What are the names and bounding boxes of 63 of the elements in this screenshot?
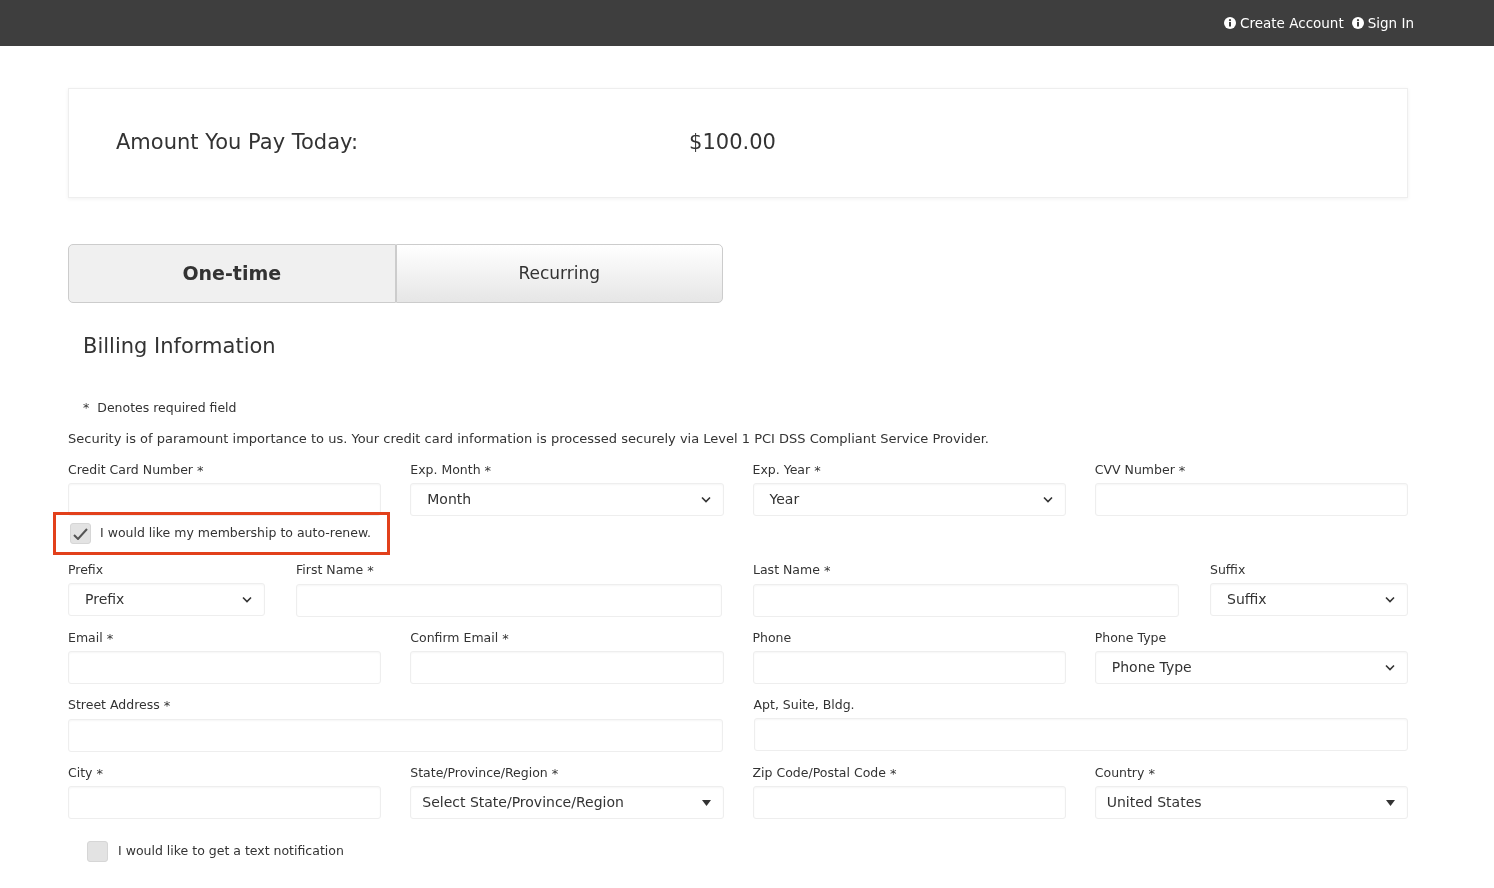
required-asterisk: * — [889, 765, 897, 781]
required-asterisk: * — [814, 462, 821, 478]
field-label: Last Name — [753, 562, 820, 578]
chevron-down-icon — [700, 496, 711, 504]
chevron-down-icon — [1042, 496, 1053, 504]
field-label: CVV Number — [1094, 461, 1175, 477]
select-field[interactable]: Year — [752, 483, 1066, 517]
field-label: Suffix — [1210, 562, 1246, 578]
required-note: Denotes required field — [97, 398, 237, 417]
required-asterisk: * — [106, 630, 114, 646]
required-asterisk: * — [367, 563, 374, 579]
amount-label: Amount You Pay Today: — [116, 129, 359, 157]
field-label: Phone Type — [1094, 629, 1167, 645]
required-asterisk: * — [484, 462, 492, 478]
select-field[interactable]: Month — [410, 483, 724, 517]
field-label: Exp. Month — [410, 461, 481, 477]
required-asterisk: * — [163, 698, 171, 714]
field-label: Prefix — [68, 562, 104, 578]
field-label: Email — [68, 629, 103, 645]
amount-value: $100.00 — [689, 129, 776, 157]
select-field[interactable]: Suffix — [1210, 583, 1408, 616]
field-label: Country — [1094, 764, 1145, 780]
field-label: Confirm Email — [410, 629, 499, 645]
field-label: Apt, Suite, Bldg. — [753, 697, 855, 713]
dropdown-field[interactable]: Select State/Province/Region — [410, 786, 724, 820]
checkbox-label: I would like to get a text notification — [118, 842, 344, 861]
field-label: Credit Card Number — [68, 461, 193, 477]
required-asterisk: * — [197, 462, 204, 478]
checkbox[interactable] — [87, 841, 108, 863]
select-field[interactable]: Prefix — [68, 583, 265, 616]
checkbox-label: I would like my membership to auto-renew. — [100, 524, 372, 543]
chevron-down-icon — [1385, 596, 1395, 603]
info-icon — [1224, 17, 1237, 29]
required-asterisk: * — [551, 765, 559, 781]
required-asterisk: * — [1178, 462, 1186, 478]
triangle-down-icon — [701, 799, 711, 806]
required-asterisk: * — [502, 630, 509, 646]
field-label: Zip Code/Postal Code — [752, 764, 886, 780]
field-label: Exp. Year — [752, 461, 811, 477]
triangle-down-icon — [1386, 799, 1395, 806]
checkbox[interactable] — [70, 523, 91, 545]
required-asterisk: * — [823, 563, 831, 579]
section-title: Billing Information — [83, 333, 277, 360]
field-label: City — [68, 764, 93, 780]
payment-tab[interactable]: Recurring — [395, 244, 723, 303]
security-notice: Security is of paramount importance to us. Your credit card information is processed securely via Level 1 PCI DSS Compliant Service Provider. — [68, 430, 990, 449]
field-label: First Name — [296, 562, 364, 578]
header-link[interactable]: Create Account — [1224, 12, 1344, 34]
chevron-down-icon — [1385, 663, 1395, 671]
input-field[interactable] — [68, 483, 382, 517]
payment-tab[interactable]: One-time — [68, 244, 396, 303]
required-asterisk: * — [96, 765, 103, 781]
field-label: Phone — [752, 629, 792, 645]
info-icon — [1351, 17, 1364, 29]
field-label: State/Province/Region — [410, 764, 548, 780]
checkmark-icon — [73, 527, 88, 540]
header-link[interactable]: Sign In — [1351, 12, 1414, 34]
select-field[interactable]: Phone Type — [1094, 650, 1408, 684]
chevron-down-icon — [242, 596, 252, 603]
field-label: Street Address — [68, 697, 160, 713]
required-asterisk: * — [83, 398, 90, 417]
dropdown-field[interactable]: United States — [1094, 786, 1408, 820]
required-asterisk: * — [1148, 765, 1155, 781]
